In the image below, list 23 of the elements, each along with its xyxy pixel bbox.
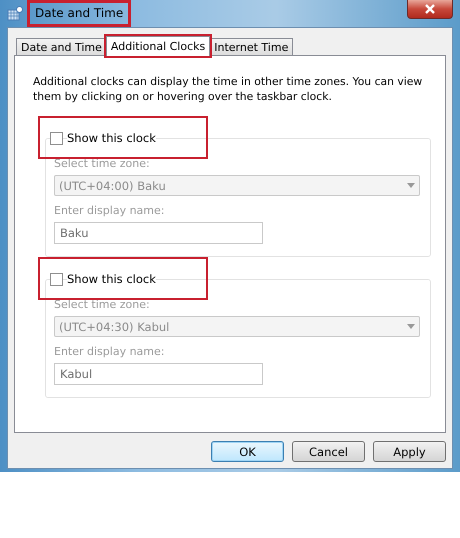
calendar-clock-icon	[7, 6, 23, 22]
dropdown-arrow-icon	[407, 324, 415, 329]
tab[interactable]: Date and Time	[16, 38, 107, 55]
field-label: Enter display name:	[54, 204, 166, 217]
field-label: Select time zone:	[54, 157, 151, 170]
checkbox[interactable]	[50, 132, 63, 144]
checkbox[interactable]	[50, 272, 63, 286]
close-button[interactable]	[407, 0, 453, 19]
dialog-button[interactable]: OK	[211, 441, 284, 462]
field-label: Enter display name:	[54, 345, 166, 358]
tab[interactable]: Additional Clocks	[106, 36, 210, 56]
display-name-field[interactable]: Kabul	[54, 363, 263, 385]
dialog-button[interactable]: Apply	[373, 441, 446, 462]
checkbox-label: Show this clock	[67, 272, 156, 286]
close-icon	[424, 4, 436, 14]
checkbox-label: Show this clock	[67, 131, 156, 145]
display-name-field[interactable]: Baku	[54, 222, 263, 244]
description-text: Additional clocks can display the time in other time zones. You can view them by clicking on or hovering over the taskbar clock.	[33, 74, 424, 104]
window-title: Date and Time	[27, 0, 132, 27]
tab[interactable]: Internet Time	[209, 38, 294, 55]
dropdown-arrow-icon	[407, 183, 415, 188]
dialog-button[interactable]: Cancel	[292, 441, 365, 462]
field-label: Select time zone:	[54, 298, 151, 311]
